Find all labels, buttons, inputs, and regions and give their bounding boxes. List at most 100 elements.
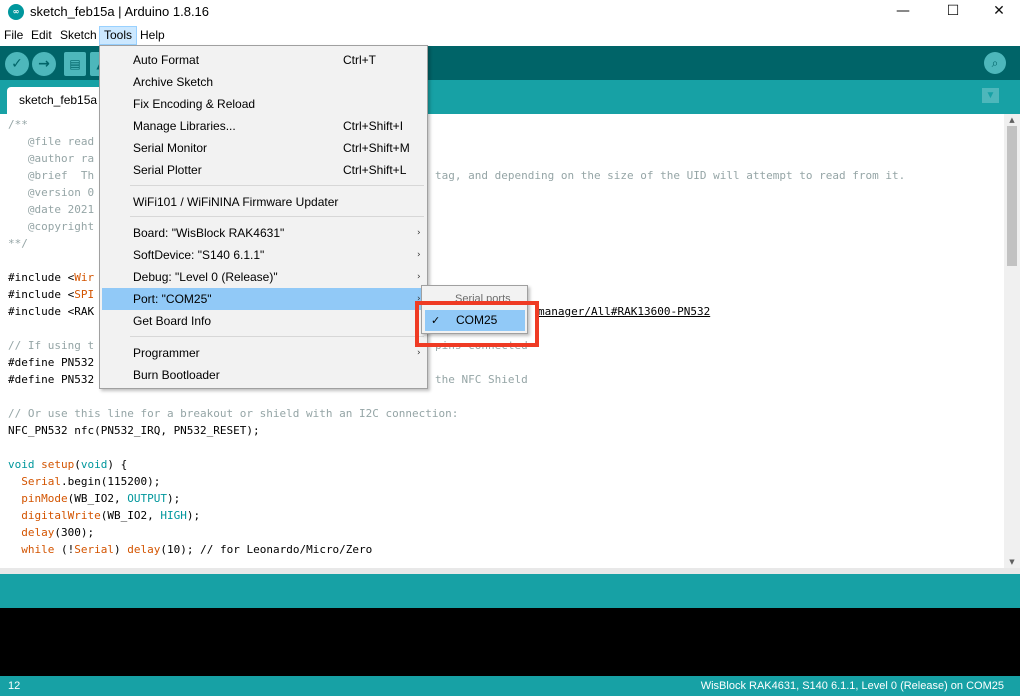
menu-separator xyxy=(130,185,424,186)
minimize-button[interactable]: — xyxy=(880,0,926,24)
code-line: **/ xyxy=(8,237,28,250)
menu-sketch[interactable]: Sketch xyxy=(56,26,101,45)
code-line: void setup(void) { xyxy=(8,458,128,471)
menu-separator xyxy=(130,216,424,217)
menu-item-shortcut: Ctrl+Shift+I xyxy=(343,119,404,133)
scroll-down-icon[interactable]: ▼ xyxy=(1004,556,1020,568)
menu-edit[interactable]: Edit xyxy=(27,26,56,45)
menu-item-label: Fix Encoding & Reload xyxy=(133,97,256,111)
code-token: delay xyxy=(21,526,55,539)
menu-separator xyxy=(130,336,424,337)
output-console xyxy=(0,608,1020,676)
status-line-number: 12 xyxy=(8,680,21,692)
code-line-tail: the NFC Shield xyxy=(435,373,528,386)
menu-item-manage-libraries[interactable]: Manage Libraries... Ctrl+Shift+I xyxy=(102,115,425,137)
menu-item-label: Get Board Info xyxy=(133,314,212,328)
menu-item-auto-format[interactable]: Auto Format Ctrl+T xyxy=(102,49,425,71)
menu-item-serial-monitor[interactable]: Serial Monitor Ctrl+Shift+M xyxy=(102,137,425,159)
menu-item-port[interactable]: Port: "COM25" › xyxy=(102,288,425,310)
code-line: @date 2021 xyxy=(8,203,95,216)
menu-item-label: Programmer xyxy=(133,346,200,360)
editor-scrollbar[interactable]: ▲ ▼ xyxy=(1004,114,1020,568)
status-board-info: WisBlock RAK4631, S140 6.1.1, Level 0 (R… xyxy=(700,680,1004,692)
code-line: while (!Serial) delay(10); // for Leonar… xyxy=(21,543,373,556)
menu-item-label: Port: "COM25" xyxy=(133,292,212,306)
scroll-thumb[interactable] xyxy=(1007,126,1017,266)
code-token: void xyxy=(8,458,35,471)
status-bar: 12 WisBlock RAK4631, S140 6.1.1, Level 0… xyxy=(0,676,1020,696)
menu-file[interactable]: File xyxy=(0,26,27,45)
library-link[interactable]: manager/All#RAK13600-PN532 xyxy=(538,303,710,320)
code-line: @brief Th xyxy=(8,169,95,182)
code-token: (10); // for Leonardo/Micro/Zero xyxy=(160,543,373,556)
code-line-tail: tag, and depending on the size of the UI… xyxy=(435,169,906,182)
submenu-arrow-icon: › xyxy=(417,228,421,238)
code-line: #include <RAK xyxy=(8,305,95,318)
code-line: Serial.begin(115200); xyxy=(8,473,160,490)
code-line: @file read xyxy=(8,135,95,148)
menu-item-label: Board: "WisBlock RAK4631" xyxy=(133,226,285,240)
code-token: pinMode xyxy=(21,492,68,505)
scroll-up-icon[interactable]: ▲ xyxy=(1004,114,1020,126)
code-token: #include < xyxy=(8,271,75,284)
menu-item-softdevice[interactable]: SoftDevice: "S140 6.1.1" › xyxy=(102,244,425,266)
code-line: pinMode(WB_IO2, OUTPUT); xyxy=(21,492,181,505)
menu-item-label: Manage Libraries... xyxy=(133,119,236,133)
menu-help[interactable]: Help xyxy=(136,26,169,45)
menu-item-burn-bootloader[interactable]: Burn Bootloader xyxy=(102,364,425,386)
menu-item-firmware-updater[interactable]: WiFi101 / WiFiNINA Firmware Updater xyxy=(102,191,425,213)
code-token: (300); xyxy=(54,526,95,539)
menu-item-label: Serial Monitor xyxy=(133,141,208,155)
code-line: digitalWrite(WB_IO2, HIGH); xyxy=(21,509,201,522)
menu-item-board[interactable]: Board: "WisBlock RAK4631" › xyxy=(102,222,425,244)
menu-item-label: Burn Bootloader xyxy=(133,368,220,382)
code-line: delay(300); xyxy=(8,524,94,541)
code-token: #include < xyxy=(8,288,75,301)
arduino-infinity-icon: ∞ xyxy=(8,4,24,20)
menu-item-label: Auto Format xyxy=(133,53,200,67)
serial-monitor-icon[interactable]: ⌕ xyxy=(984,52,1006,74)
tools-menu: Auto Format Ctrl+T Archive Sketch Fix Enc… xyxy=(99,45,428,389)
menu-item-programmer[interactable]: Programmer › xyxy=(102,342,425,364)
code-token: HIGH xyxy=(160,509,187,522)
code-token: SPI xyxy=(74,288,95,301)
upload-icon[interactable]: → xyxy=(32,52,56,76)
window-title: sketch_feb15a | Arduino 1.8.16 xyxy=(30,4,210,19)
code-line: @version 0 xyxy=(8,186,95,199)
code-token: (WB_IO2, xyxy=(100,509,161,522)
code-token: OUTPUT xyxy=(127,492,167,505)
menu-item-shortcut: Ctrl+Shift+M xyxy=(343,141,410,155)
close-button[interactable]: ✕ xyxy=(976,0,1020,24)
code-line: #include <Wir xyxy=(8,269,94,286)
maximize-button[interactable]: ☐ xyxy=(930,0,976,24)
code-line: @copyright xyxy=(8,220,95,233)
new-icon[interactable]: ▤ xyxy=(64,52,86,76)
menu-item-shortcut: Ctrl+T xyxy=(343,53,376,67)
code-token: void xyxy=(80,458,108,471)
menu-item-archive-sketch[interactable]: Archive Sketch xyxy=(102,71,425,93)
menu-item-fix-encoding[interactable]: Fix Encoding & Reload xyxy=(102,93,425,115)
submenu-arrow-icon: › xyxy=(417,250,421,260)
code-line: #define PN532 xyxy=(8,373,95,386)
menu-item-serial-plotter[interactable]: Serial Plotter Ctrl+Shift+L xyxy=(102,159,425,181)
code-line: #include <SPI xyxy=(8,286,94,303)
menu-item-debug[interactable]: Debug: "Level 0 (Release)" › xyxy=(102,266,425,288)
code-token: while xyxy=(21,543,55,556)
verify-icon[interactable]: ✓ xyxy=(5,52,29,76)
menu-item-label: Serial Plotter xyxy=(133,163,202,177)
title-bar: ∞ sketch_feb15a | Arduino 1.8.16 — ☐ ✕ xyxy=(0,0,1020,24)
menu-item-label: Debug: "Level 0 (Release)" xyxy=(133,270,278,284)
code-token: .begin(115200); xyxy=(61,475,161,488)
code-line: // If using t xyxy=(8,339,95,352)
code-token: Wir xyxy=(74,271,95,284)
menu-item-label: SoftDevice: "S140 6.1.1" xyxy=(133,248,265,262)
code-token: digitalWrite xyxy=(21,509,101,522)
menu-item-shortcut: Ctrl+Shift+L xyxy=(343,163,407,177)
tab-menu-dropdown-icon[interactable]: ▼ xyxy=(982,88,999,103)
menu-item-get-board-info[interactable]: Get Board Info xyxy=(102,310,425,332)
menu-tools[interactable]: Tools xyxy=(99,26,138,45)
code-token: (WB_IO2, xyxy=(67,492,128,505)
message-bar xyxy=(0,574,1020,608)
menu-bar: File Edit Sketch Tools Help xyxy=(0,25,1020,45)
menu-item-label: WiFi101 / WiFiNINA Firmware Updater xyxy=(133,195,339,209)
